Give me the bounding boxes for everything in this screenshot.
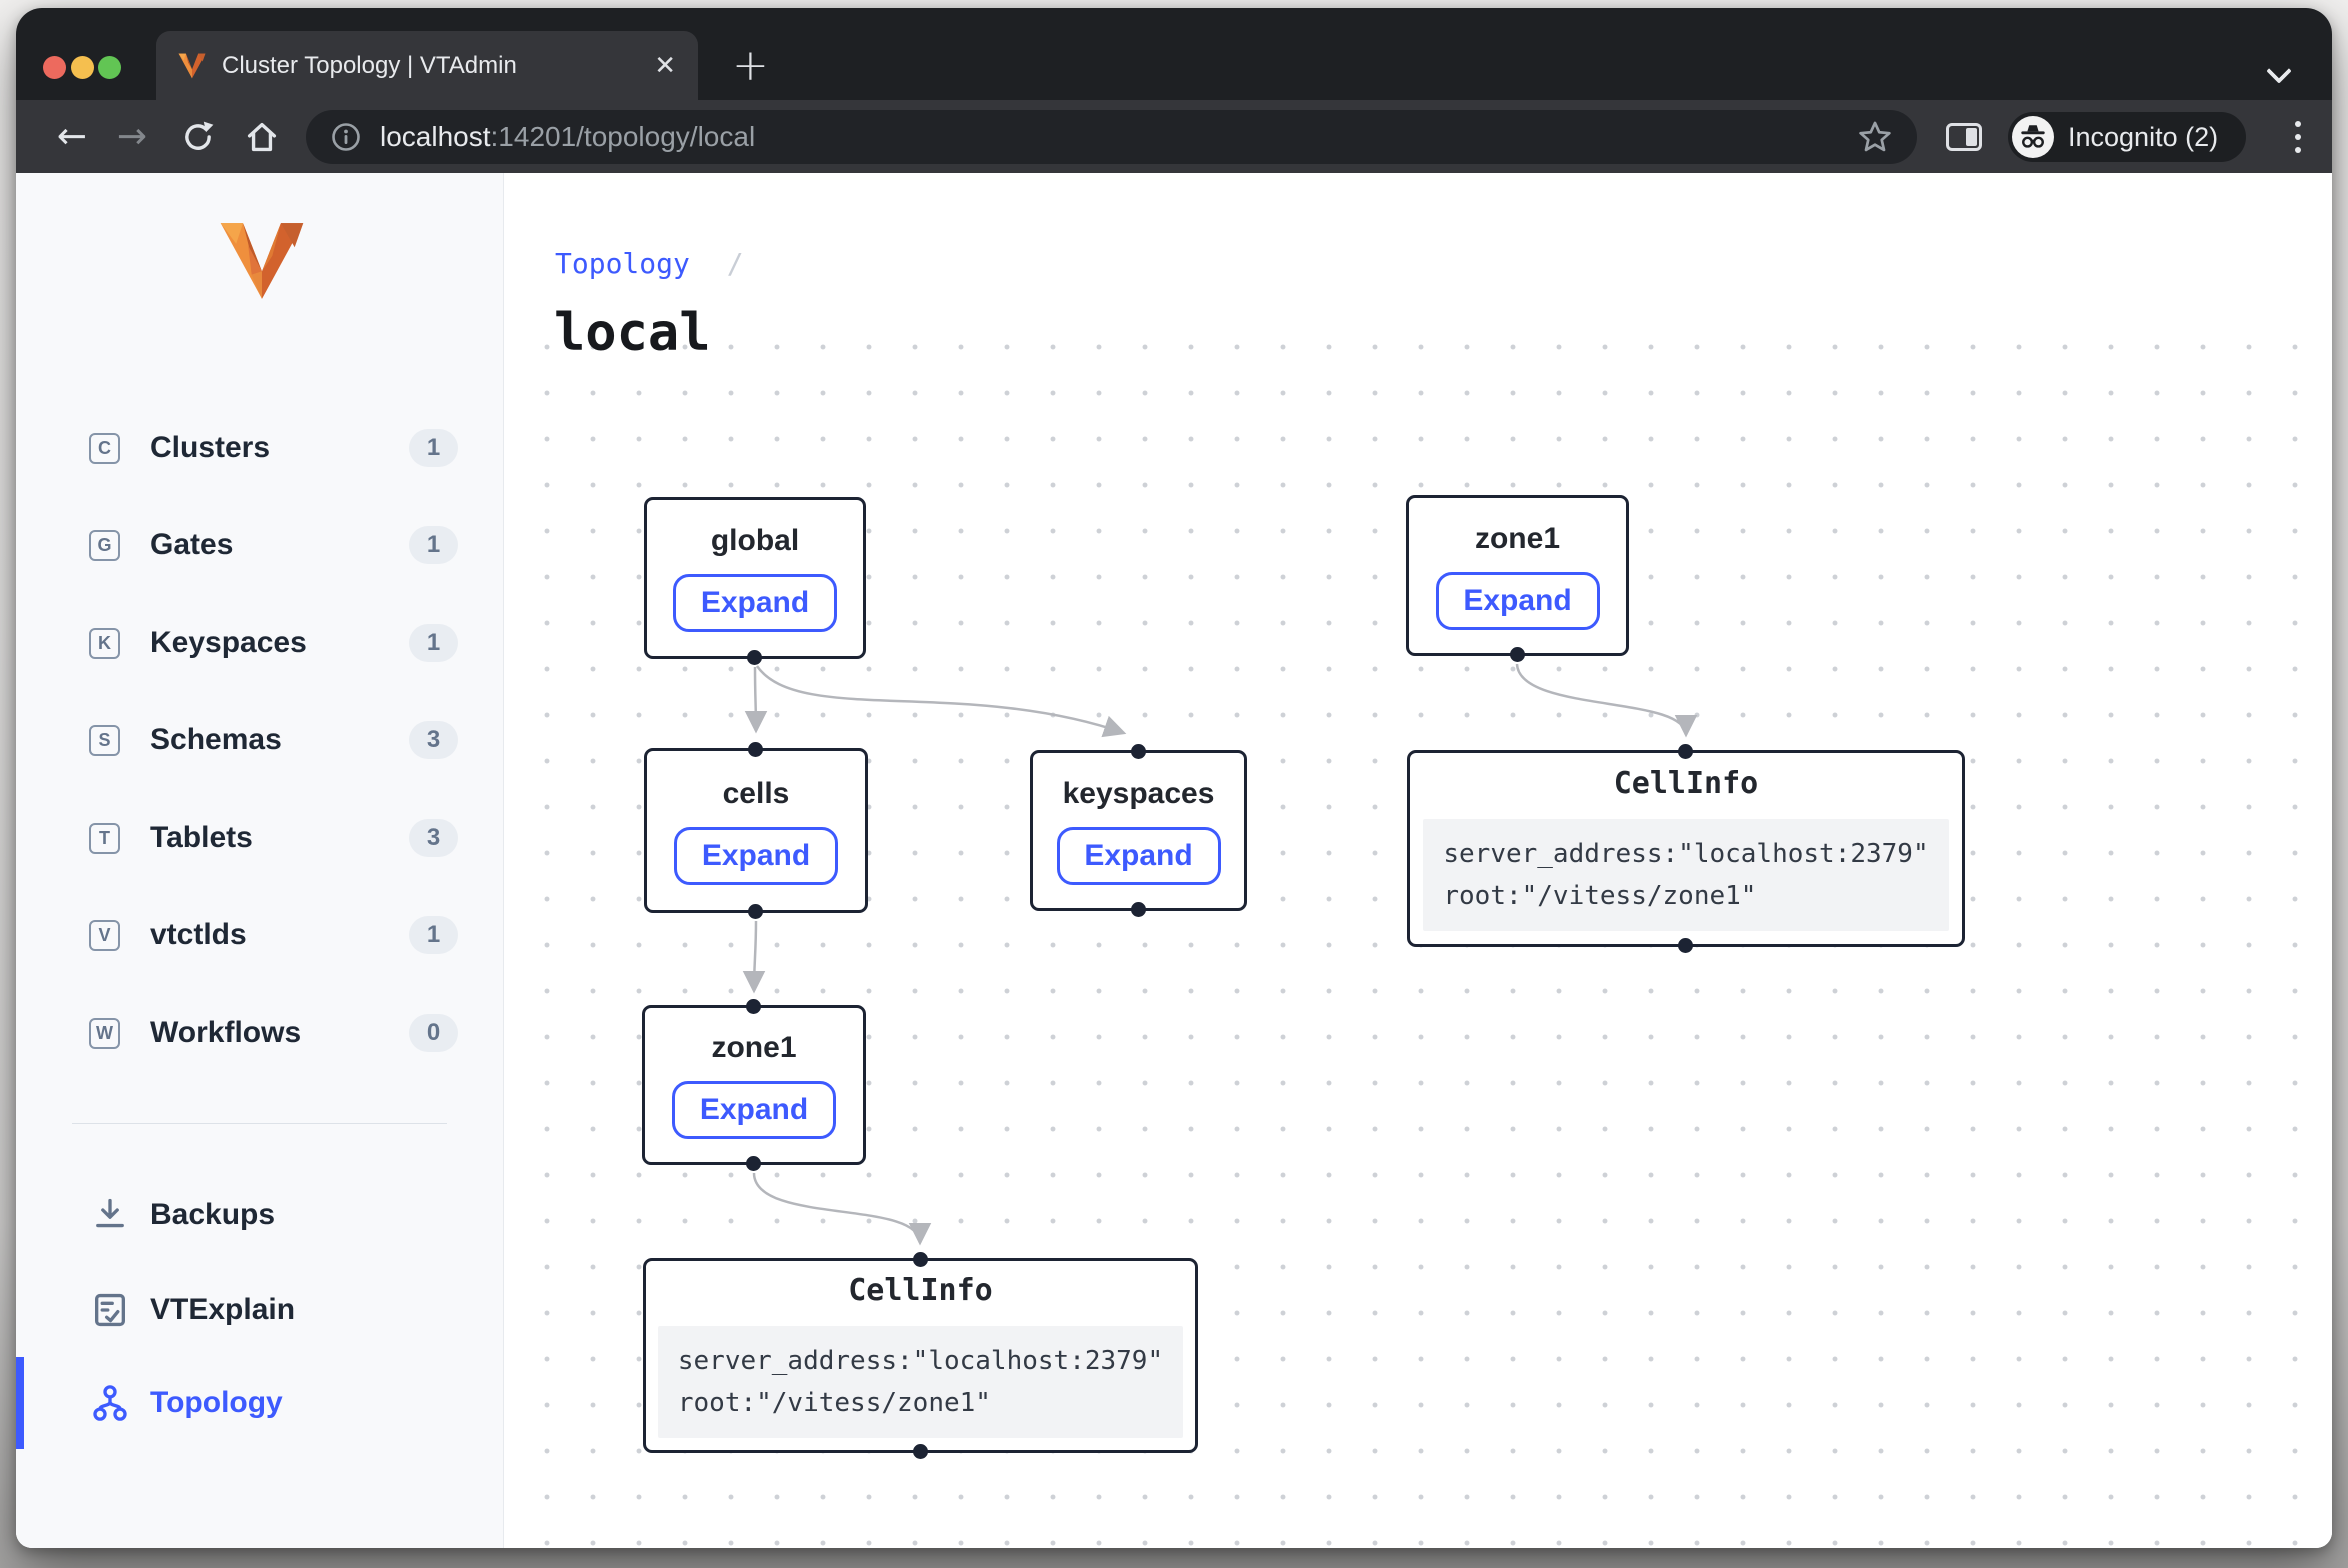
expand-keyspaces-button[interactable]: Expand [1057,827,1221,885]
port-bottom [747,650,762,665]
site-info-icon[interactable] [330,121,362,153]
port-bottom [913,1444,928,1459]
close-window-button[interactable] [43,56,66,79]
port-bottom [746,1156,761,1171]
page-title: local [554,303,711,363]
node-zone1-bottom[interactable]: zone1 Expand [642,1005,866,1165]
sidebar-item-workflows[interactable]: W Workflows 0 [16,985,503,1081]
sidebar-item-topology[interactable]: Topology [16,1355,503,1451]
sidebar-divider [72,1123,447,1124]
count-badge: 0 [409,1014,458,1052]
port-top [1678,744,1693,759]
incognito-label: Incognito (2) [2068,122,2218,153]
count-badge: 1 [409,526,458,564]
tablets-letter-icon: T [89,823,120,854]
breadcrumb-separator: / [727,247,744,280]
topology-icon [90,1383,130,1423]
browser-toolbar: ← → localhost:14201/topology/local [16,100,2332,173]
port-top [746,999,761,1014]
incognito-badge: Incognito (2) [2008,112,2246,162]
vitess-logo [219,221,305,301]
node-cells[interactable]: cells Expand [644,748,868,913]
sidebar-item-keyspaces[interactable]: K Keyspaces 1 [16,595,503,691]
sidebar-item-schemas[interactable]: S Schemas 3 [16,692,503,788]
browser-window: Cluster Topology | VTAdmin ✕ + ← → [16,8,2332,1548]
expand-cells-button[interactable]: Expand [674,827,838,885]
breadcrumb: Topology / [555,247,744,280]
download-icon [90,1195,130,1235]
active-nav-indicator [16,1357,24,1449]
sidebar-item-gates[interactable]: G Gates 1 [16,497,503,593]
node-zone1-top[interactable]: zone1 Expand [1406,495,1629,656]
vitess-favicon [178,52,206,80]
side-panel-icon[interactable] [1946,123,1982,151]
expand-zone1-button[interactable]: Expand [1436,572,1600,630]
clusters-letter-icon: C [89,433,120,464]
sidebar-item-vtctlds[interactable]: V vtctlds 1 [16,887,503,983]
breadcrumb-topology-link[interactable]: Topology [555,247,690,280]
reload-button[interactable] [174,100,222,173]
count-badge: 1 [409,429,458,467]
sidebar-item-vtexplain[interactable]: VTExplain [16,1262,503,1358]
port-top [1131,744,1146,759]
tab-strip: Cluster Topology | VTAdmin ✕ + [16,8,2332,100]
sidebar-item-backups[interactable]: Backups [16,1167,503,1263]
topology-page: Topology / local global Expa [504,173,2332,1548]
cellinfo-code: server_address:"localhost:2379" root:"/v… [1423,819,1948,931]
node-keyspaces[interactable]: keyspaces Expand [1030,750,1247,911]
browser-tab[interactable]: Cluster Topology | VTAdmin ✕ [156,31,698,100]
incognito-icon [2018,122,2048,152]
cellinfo-code: server_address:"localhost:2379" root:"/v… [658,1326,1183,1438]
browser-menu-icon[interactable] [2278,114,2318,160]
zoom-window-button[interactable] [98,56,121,79]
minimize-window-button[interactable] [71,56,94,79]
workflows-letter-icon: W [89,1018,120,1049]
forward-button[interactable]: → [108,100,156,173]
count-badge: 3 [409,819,458,857]
home-button[interactable] [238,100,286,173]
schemas-letter-icon: S [89,725,120,756]
node-global[interactable]: global Expand [644,497,866,659]
new-tab-button[interactable]: + [732,44,769,88]
port-bottom [748,904,763,919]
incognito-avatar [2012,116,2054,158]
node-cellinfo-bottom[interactable]: CellInfo server_address:"localhost:2379"… [643,1258,1198,1453]
address-bar[interactable]: localhost:14201/topology/local [306,110,1917,164]
port-bottom [1131,902,1146,917]
tab-search-chevron-icon[interactable] [2270,60,2292,82]
expand-global-button[interactable]: Expand [673,574,837,632]
port-bottom [1510,647,1525,662]
tab-title: Cluster Topology | VTAdmin [222,52,517,80]
gates-letter-icon: G [89,530,120,561]
url-text: localhost:14201/topology/local [380,121,755,153]
sidebar-item-clusters[interactable]: C Clusters 1 [16,400,503,496]
close-tab-icon[interactable]: ✕ [654,51,676,81]
count-badge: 3 [409,721,458,759]
port-top [913,1252,928,1267]
count-badge: 1 [409,916,458,954]
count-badge: 1 [409,624,458,662]
vtctlds-letter-icon: V [89,920,120,951]
bookmark-star-icon[interactable] [1857,119,1893,155]
back-button[interactable]: ← [48,100,96,173]
sidebar-item-tablets[interactable]: T Tablets 3 [16,790,503,886]
port-top [748,742,763,757]
node-cellinfo-right[interactable]: CellInfo server_address:"localhost:2379"… [1407,750,1965,947]
expand-zone1-bottom-button[interactable]: Expand [672,1081,836,1139]
port-bottom [1678,938,1693,953]
document-check-icon [90,1290,130,1330]
sidebar: C Clusters 1 G Gates 1 K Keyspaces 1 S S… [16,173,504,1548]
keyspaces-letter-icon: K [89,628,120,659]
